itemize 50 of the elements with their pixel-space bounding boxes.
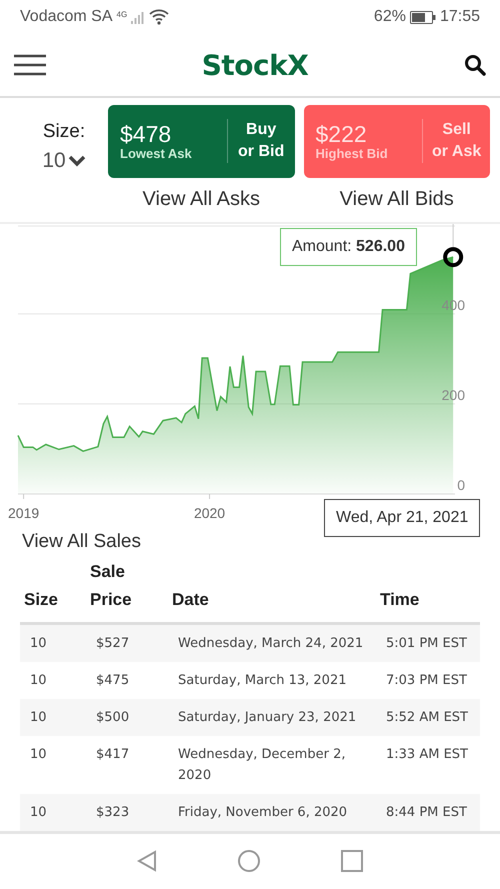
table-cell-text: 1:33 AM EST <box>385 746 469 764</box>
table-cell-text: 10 <box>29 708 48 727</box>
table-cell-text: Wednesday, December 2, 2020 <box>177 746 346 785</box>
table-cell-text: Saturday, March 13, 2021 <box>177 672 348 690</box>
date-tooltip: Wed, Apr 21, 2021 <box>324 498 480 537</box>
table-cell-text: 10 <box>29 746 48 764</box>
table-cell-text: $475 <box>95 672 130 690</box>
x-tick-label: 2019 <box>8 504 40 521</box>
view-all-link[interactable]: View All Asks <box>142 188 260 211</box>
data-point-marker <box>443 246 464 267</box>
wifi-icon <box>149 9 170 26</box>
y-tick-label: 200 <box>442 386 465 403</box>
table-cell-text: 10 <box>29 634 48 653</box>
table-cell-text: 5:01 PM EST <box>385 634 468 653</box>
table-cell-text: 10 <box>29 672 48 690</box>
battery-percent: 62% <box>374 8 406 26</box>
clock-time: 17:55 <box>440 8 480 26</box>
table-cell-text: 8:44 PM EST <box>385 804 468 822</box>
logo[interactable]: StockX <box>202 48 308 82</box>
chevron-down-icon <box>68 154 86 167</box>
y-tick-label: 0 <box>457 476 465 493</box>
search-icon[interactable] <box>464 54 486 76</box>
table-cell-text: 7:03 PM EST <box>385 672 468 690</box>
table-cell-text: 10 <box>29 804 48 822</box>
size-label: Size: <box>42 120 86 143</box>
battery-icon <box>410 10 436 24</box>
column-header: Size <box>24 588 60 611</box>
carrier-name: Vodacom SA <box>20 8 112 26</box>
size-select[interactable]: 10 <box>42 148 86 173</box>
table-cell-text: Saturday, January 23, 2021 <box>177 708 358 727</box>
back-icon[interactable] <box>137 850 157 872</box>
signal-icon <box>131 10 146 24</box>
column-header: Date <box>172 588 210 611</box>
x-tick-label: 2020 <box>194 504 226 521</box>
network-type: 4G <box>116 10 128 20</box>
home-icon[interactable] <box>237 849 261 874</box>
column-header: Sale Price <box>90 560 133 611</box>
table-cell-text: Wednesday, March 24, 2021 <box>177 634 364 653</box>
table-cell-text: 5:52 AM EST <box>385 708 469 727</box>
view-all-link[interactable]: View All Bids <box>340 188 454 211</box>
recents-icon[interactable] <box>341 850 363 872</box>
amount-tooltip: Amount: 526.00 <box>280 228 417 266</box>
buy-button[interactable]: $478 Lowest Ask Buy or Bid <box>108 104 294 178</box>
table-cell-text: Friday, November 6, 2020 <box>177 804 348 822</box>
table-cell-text: $323 <box>95 804 130 822</box>
column-header: Time <box>380 588 420 611</box>
table-cell-text: $500 <box>95 708 130 727</box>
menu-icon[interactable] <box>14 54 46 76</box>
table-cell-text: $527 <box>95 634 130 653</box>
table-cell-text: $417 <box>95 746 130 764</box>
